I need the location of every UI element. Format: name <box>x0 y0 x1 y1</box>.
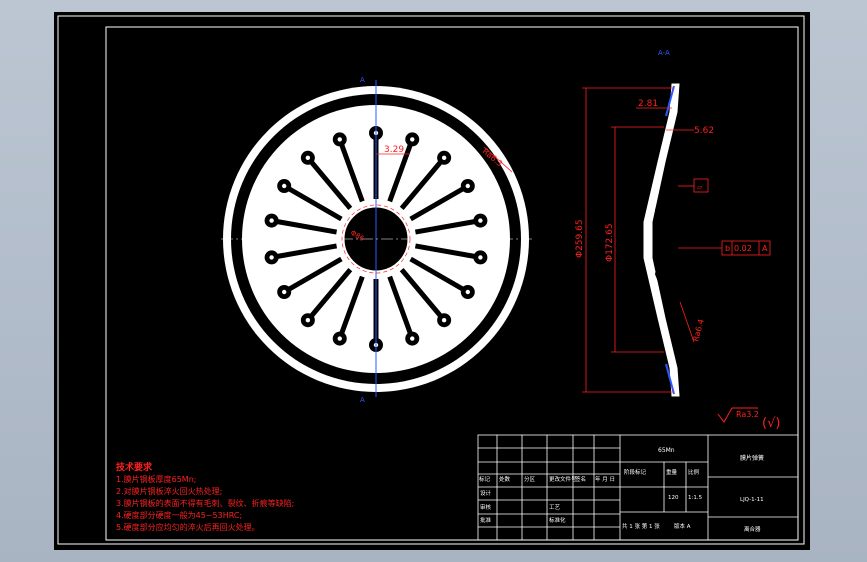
cut-marker-bottom: A <box>360 396 365 404</box>
drawing-canvas: A A 3.29 Ra6.3 Φ86 A-A Φ259.65 Φ172.65 2… <box>57 15 805 545</box>
roughness-edge: Ra6.4 <box>691 318 706 343</box>
section-profile <box>643 83 680 397</box>
slot-end-center <box>441 155 447 160</box>
tb-weight-header: 重量 <box>666 468 678 476</box>
slot-end-center <box>478 218 483 223</box>
note-item: 4.硬度部分硬度一般为45~53HRC; <box>116 510 242 520</box>
tb-scale: 1:1.5 <box>688 495 703 501</box>
roughness-general-value: Ra3.2 <box>736 410 759 419</box>
technical-notes: 技术要求 1.膜片钢板厚度65Mn; 2.对膜片钢板淬火回火热处理; 3.膜片钢… <box>116 461 294 532</box>
tb-material: 65Mn <box>658 447 675 454</box>
general-roughness: Ra3.2 (√) <box>717 407 780 431</box>
cut-marker-top: A <box>360 76 365 84</box>
roughness-check: (√) <box>762 416 780 431</box>
tb-header-cell: 处数 <box>499 475 511 483</box>
slot-end-center <box>337 137 342 142</box>
section-view: A-A Φ259.65 Φ172.65 2.81 5.62 ▱ b 0.02 A <box>575 49 771 397</box>
tb-drawing-no: LJQ-1-11 <box>740 497 764 503</box>
tolerance-ref: A <box>762 244 768 253</box>
tb-row-label: 批准 <box>480 516 492 524</box>
slot-end-center <box>410 336 415 341</box>
flatness-symbol: ▱ <box>697 183 703 191</box>
tb-header-cell: 签名 <box>575 475 586 483</box>
slot-end-center <box>465 289 470 295</box>
tb-row-label: 标准化 <box>549 516 566 524</box>
tb-row-label: 设计 <box>480 489 492 497</box>
tb-scale-header: 比例 <box>688 468 700 476</box>
slot-end-center <box>305 318 311 323</box>
hole-pitch-dim: 3.29 <box>384 145 404 155</box>
slot-end-center <box>478 255 483 260</box>
tb-sheets: 共 1 张 第 1 张 <box>622 522 660 530</box>
note-item: 5.硬度部分应均匀的淬火后再回火处理。 <box>116 522 260 532</box>
tb-part-name: 膜片弹簧 <box>740 454 764 462</box>
tolerance-value: 0.02 <box>734 244 752 253</box>
note-item: 2.对膜片钢板淬火回火热处理; <box>116 486 222 496</box>
slot-end-center <box>337 336 342 341</box>
tolerance-symbol: b <box>725 244 730 253</box>
sec-small-dim: 2.81 <box>638 99 658 109</box>
inner-dia-dim: Φ172.65 <box>605 223 615 262</box>
tb-header-cell: 标记 <box>479 475 491 483</box>
notes-title: 技术要求 <box>116 461 153 473</box>
slot-end-center <box>305 155 311 160</box>
front-view: A A 3.29 Ra6.3 Φ86 <box>221 76 532 404</box>
slot-end-center <box>465 183 470 189</box>
slot-end-center <box>410 137 415 142</box>
tb-row-label: 工艺 <box>549 504 561 511</box>
tb-unit: 离合器 <box>744 525 761 533</box>
tb-header-cell: 分区 <box>524 475 536 483</box>
cad-viewport[interactable]: A A 3.29 Ra6.3 Φ86 A-A Φ259.65 Φ172.65 2… <box>54 12 810 550</box>
sec-thick-dim: 5.62 <box>694 126 714 136</box>
section-label: A-A <box>658 49 670 57</box>
tb-version: 版本 A <box>674 522 691 530</box>
slot-end-center <box>269 218 274 223</box>
tb-header-cell: 年 月 日 <box>595 475 615 483</box>
note-item: 1.膜片钢板厚度65Mn; <box>116 474 196 484</box>
tb-qty: 120 <box>668 495 679 501</box>
slot-end-center <box>269 255 274 260</box>
tb-row-label: 审核 <box>480 503 492 511</box>
outer-dia-dim: Φ259.65 <box>575 219 585 258</box>
slot-end-center <box>441 318 447 323</box>
note-item: 3.膜片钢板的表面不得有毛刺、裂纹、折痕等缺陷; <box>116 498 294 508</box>
slot-end-center <box>282 183 287 189</box>
tb-header-cell: 更改文件号 <box>549 475 577 483</box>
tb-stage-header: 阶段标记 <box>624 468 647 476</box>
slot-end-center <box>282 289 287 295</box>
title-block: 标记 处数 分区 更改文件号 签名 年 月 日 设计 审核 工艺 批准 标准化 … <box>477 434 799 541</box>
